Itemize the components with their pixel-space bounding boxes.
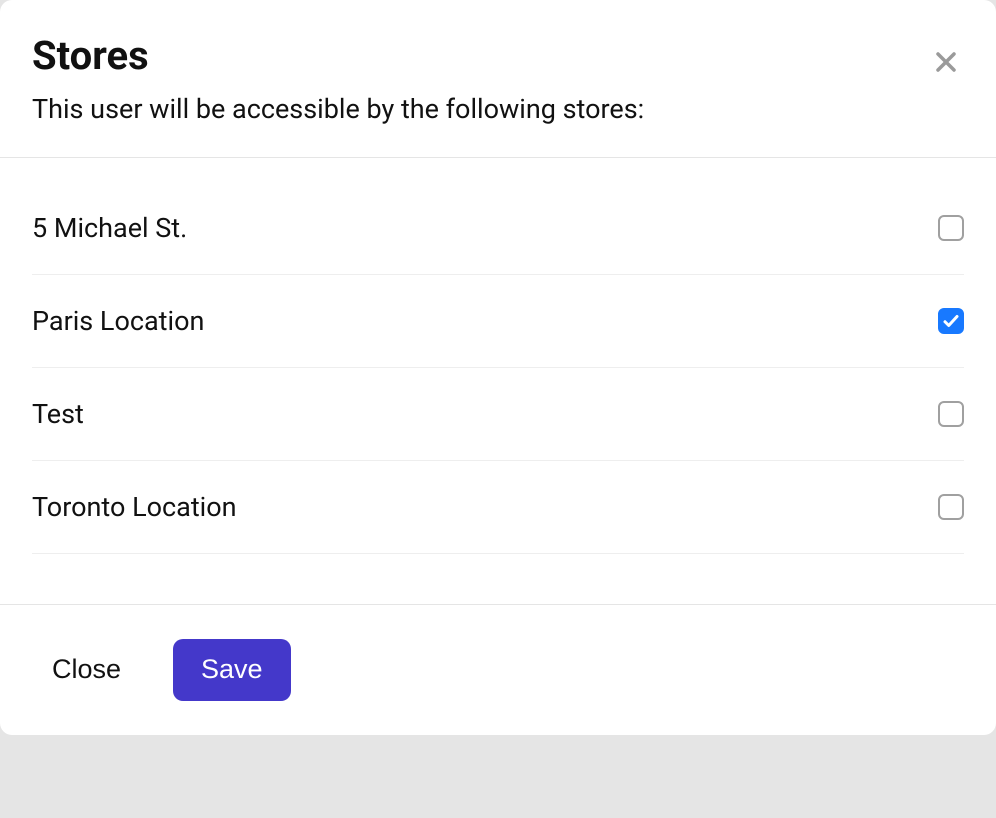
store-label: 5 Michael St. bbox=[32, 212, 187, 244]
store-checkbox[interactable] bbox=[938, 308, 964, 334]
stores-modal: Stores This user will be accessible by t… bbox=[0, 0, 996, 735]
modal-title: Stores bbox=[32, 34, 964, 78]
store-row: Test bbox=[32, 368, 964, 461]
modal-subtitle: This user will be accessible by the foll… bbox=[32, 92, 964, 127]
store-checkbox[interactable] bbox=[938, 401, 964, 427]
save-button[interactable]: Save bbox=[173, 639, 291, 701]
close-icon[interactable] bbox=[928, 44, 964, 80]
store-row: Paris Location bbox=[32, 275, 964, 368]
close-button[interactable]: Close bbox=[32, 639, 141, 701]
modal-body: 5 Michael St. Paris Location Test Toront… bbox=[0, 158, 996, 604]
store-label: Paris Location bbox=[32, 305, 204, 337]
store-label: Toronto Location bbox=[32, 491, 237, 523]
store-row: Toronto Location bbox=[32, 461, 964, 554]
modal-header: Stores This user will be accessible by t… bbox=[0, 0, 996, 158]
store-checkbox[interactable] bbox=[938, 215, 964, 241]
modal-footer: Close Save bbox=[0, 604, 996, 735]
store-row: 5 Michael St. bbox=[32, 182, 964, 275]
store-checkbox[interactable] bbox=[938, 494, 964, 520]
store-label: Test bbox=[32, 398, 84, 430]
